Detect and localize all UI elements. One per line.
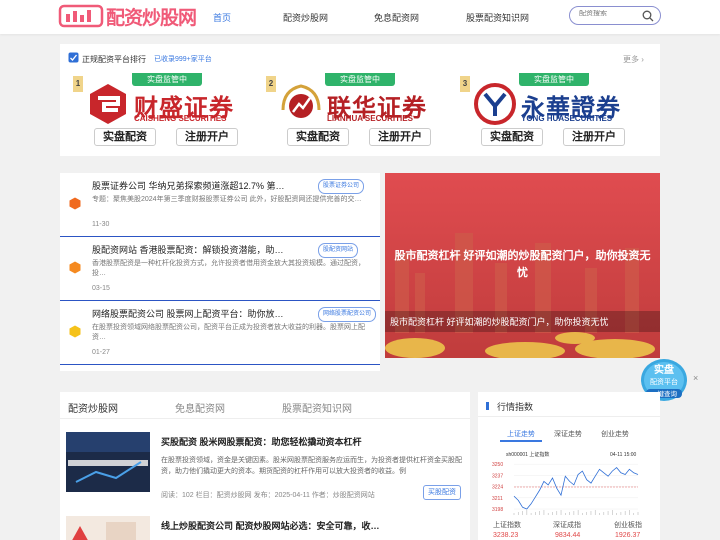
- float-line1: 实盘: [654, 363, 674, 376]
- tab-peizi[interactable]: 配资炒股网: [68, 400, 118, 415]
- article-thumbnail-picture: [66, 516, 150, 540]
- chart-header-right: 04-11 15:00: [610, 452, 637, 458]
- news-desc: 香港股票配资是一种杠杆化投资方式，允许投资者借用资金放大其投资规模。通过配资，投…: [92, 260, 365, 277]
- logo-text[interactable]: 配资炒股网: [106, 3, 197, 30]
- tab-shenzhen[interactable]: 深证走势: [554, 429, 582, 439]
- broker-ranking-title: 正规配资平台排行: [82, 55, 146, 64]
- index-chart[interactable]: sh000001 上证指数 04-11 15:00 3250 3237 3224 32…: [490, 449, 642, 515]
- rank-badge: 3: [460, 76, 470, 92]
- search-input[interactable]: [579, 10, 641, 17]
- news-title[interactable]: 股票证券公司 华纳兄弟探索频道涨超12.7% 第…: [92, 179, 292, 192]
- tab-chinext[interactable]: 创业走势: [601, 429, 629, 439]
- market-title: 行情指数: [497, 402, 534, 412]
- chart-header-left: sh000001 上证指数: [506, 451, 549, 458]
- news-tag[interactable]: 股配资网站: [318, 243, 359, 258]
- news-item[interactable]: 股配资网站 香港股票配资：解锁投资潜能，助… 股配资网站 香港股票配资是一种杠杆…: [60, 237, 380, 301]
- tab-free[interactable]: 免息配资网: [175, 400, 225, 415]
- register-button[interactable]: 注册开户: [369, 128, 431, 146]
- article-title[interactable]: 线上炒股配资公司 配资炒股网站必选：安全可靠，收…: [161, 519, 380, 532]
- broker-card-2[interactable]: 实盘监管中 2 联华证券 LIANHUA SECURITIES 实盘配资 注册开…: [265, 73, 453, 151]
- news-item[interactable]: 股票证券公司 华纳兄弟探索频道涨超12.7% 第… 股票证券公司 专题：聚焦美股…: [60, 173, 380, 237]
- search-box[interactable]: [569, 6, 661, 25]
- trade-button[interactable]: 实盘配资: [481, 128, 543, 146]
- broker-card-1[interactable]: 实盘监管中 1 财盛证券 CAISHENG SECURITIES 实盘配资 注册…: [72, 73, 260, 151]
- value-cy: 1926.37: [615, 532, 641, 539]
- label-sh: 上证指数: [493, 522, 521, 529]
- article-title[interactable]: 买股配资 股米网股票配资：助您轻松撬动资本杠杆: [161, 435, 362, 448]
- news-title[interactable]: 网络股票配资公司 股票网上配资平台：助你放…: [92, 307, 292, 320]
- nav-knowledge[interactable]: 股票配资知识网: [466, 11, 529, 24]
- rank-badge: 2: [266, 76, 276, 92]
- more-link[interactable]: 更多 ›: [623, 54, 644, 65]
- float-line2: 配资平台: [650, 377, 678, 386]
- label-sz: 深证成指: [553, 522, 581, 529]
- rank-badge: 1: [73, 76, 83, 92]
- article-thumbnail[interactable]: [66, 516, 150, 540]
- value-sh: 3238.23: [493, 532, 519, 539]
- article-meta: 阅读：102 栏目：配资炒股网 发布：2025-04-11 作者：炒股配资网站: [161, 492, 375, 499]
- tab-divider: [60, 418, 470, 419]
- hexagon-icon: [69, 197, 81, 210]
- hexagon-icon: [69, 261, 81, 274]
- news-tag[interactable]: 网络股票配资公司: [318, 307, 377, 322]
- trade-button[interactable]: 实盘配资: [287, 128, 349, 146]
- news-title[interactable]: 股配资网站 香港股票配资：解锁投资潜能，助…: [92, 243, 292, 256]
- article-thumbnail[interactable]: [66, 432, 150, 492]
- tab-shanghai[interactable]: 上证走势: [507, 429, 535, 439]
- broker-name-en: LIANHUA SECURITIES: [327, 114, 413, 123]
- news-item[interactable]: 网络股票配资公司 股票网上配资平台：助你放… 网络股票配资公司 在股票投资领域网…: [60, 301, 380, 365]
- status-badge: 实盘监管中: [132, 73, 202, 86]
- hexagon-icon: [69, 325, 81, 338]
- more-label: 更多: [623, 55, 639, 64]
- lianhua-logo-icon: [281, 84, 321, 118]
- y-tick-label: 3250: [492, 462, 503, 468]
- trade-button[interactable]: 实盘配资: [94, 128, 156, 146]
- nav-home[interactable]: 首页: [213, 11, 231, 24]
- article-tag[interactable]: 买股配资: [423, 485, 461, 500]
- ranking-icon: [68, 52, 79, 63]
- news-date: 11-30: [92, 221, 110, 228]
- article-desc: 在股票投资领域，资金是关键因素。股米网股票配资服务应运而生，为投资者提供杠杆资金…: [161, 457, 462, 475]
- broker-name-en: CAISHENG SECURITIES: [134, 114, 227, 123]
- status-badge: 实盘监管中: [325, 73, 395, 86]
- y-tick-label: 3198: [492, 507, 503, 513]
- news-date: 01-27: [92, 349, 110, 356]
- label-cy: 创业板指: [614, 522, 642, 529]
- y-tick-label: 3237: [492, 473, 503, 479]
- y-tick-label: 3211: [492, 496, 503, 502]
- news-tag[interactable]: 股票证券公司: [318, 179, 365, 194]
- status-badge: 实盘监管中: [519, 73, 589, 86]
- title-accent: [486, 402, 489, 410]
- news-date: 03-15: [92, 285, 110, 292]
- close-icon[interactable]: ×: [693, 373, 698, 383]
- broker-name-en: YONG HUASECURITIES: [521, 114, 613, 123]
- tab-knowledge[interactable]: 股票配资知识网: [282, 400, 352, 415]
- banner-title: 股市配资杠杆 好评如潮的炒股配资门户，助你投资无忧: [394, 250, 651, 279]
- broker-card-3[interactable]: 实盘监管中 3 永華證券 YONG HUASECURITIES 实盘配资 注册开…: [459, 73, 647, 151]
- news-desc: 专题：聚焦美股2024年第三季度财报股票证券公司 此外，好股配资网还提供完善的交…: [92, 196, 362, 203]
- caisheng-logo-icon: [90, 84, 126, 124]
- news-list: 股票证券公司 华纳兄弟探索频道涨超12.7% 第… 股票证券公司 专题：聚焦美股…: [60, 173, 380, 371]
- news-desc: 在股票投资领域网络股票配资公司，配资平台正成为投资者放大收益的利器。股票网上配资…: [92, 324, 365, 341]
- yonghua-logo-icon: [474, 83, 516, 125]
- nav-peizi[interactable]: 配资炒股网: [283, 11, 328, 24]
- market-divider: [478, 416, 660, 417]
- banner-caption[interactable]: 股市配资杠杆 好评如潮的炒股配资门户，助你投资无忧: [390, 315, 609, 328]
- value-sz: 9834.44: [555, 532, 581, 539]
- article-thumbnail-picture: [66, 432, 150, 492]
- chevron-right-icon: ›: [641, 55, 644, 64]
- tab-underline: [500, 440, 542, 442]
- search-icon[interactable]: [642, 10, 654, 22]
- register-button[interactable]: 注册开户: [563, 128, 625, 146]
- broker-count: 已收录999+家平台: [154, 56, 212, 63]
- y-tick-label: 3224: [492, 485, 503, 491]
- register-button[interactable]: 注册开户: [176, 128, 238, 146]
- nav-free[interactable]: 免息配资网: [374, 11, 419, 24]
